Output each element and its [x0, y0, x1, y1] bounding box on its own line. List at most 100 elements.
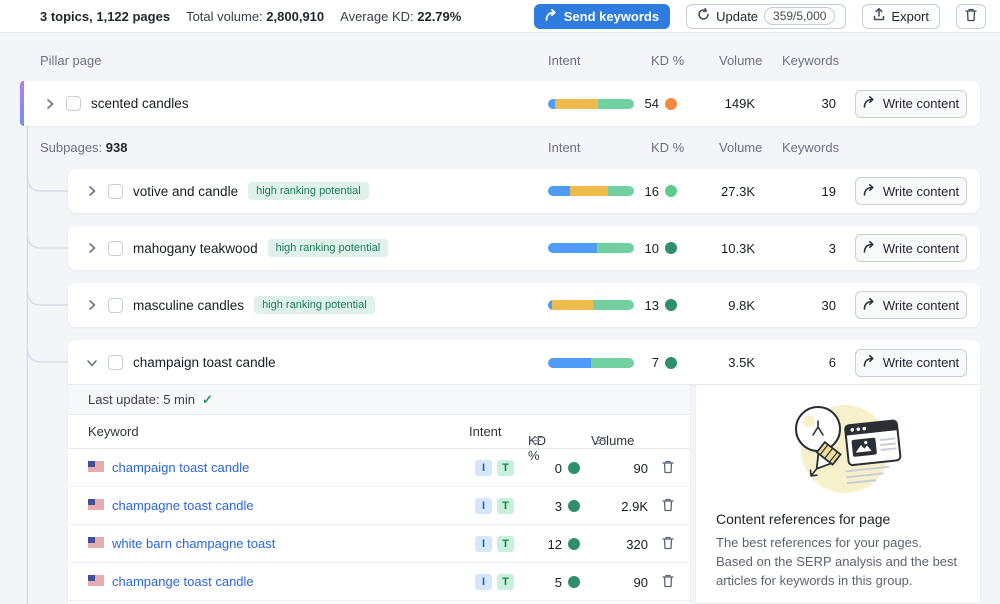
trash-icon	[965, 8, 977, 25]
subpage-name: masculine candles	[133, 298, 244, 313]
update-button[interactable]: Update 359/5,000	[686, 4, 846, 29]
intent-badge-informational: I	[475, 574, 492, 590]
write-content-button[interactable]: Write content	[855, 234, 967, 262]
update-quota-badge: 359/5,000	[764, 7, 835, 25]
chevron-right-icon[interactable]	[44, 98, 56, 110]
trash-icon[interactable]	[662, 498, 674, 517]
column-header-keywords: Keywords	[782, 140, 839, 155]
trash-icon[interactable]	[662, 460, 674, 479]
write-content-button[interactable]: Write content	[855, 291, 967, 319]
subpage-name: mahogany teakwood	[133, 241, 258, 256]
intent-badge-transactional: T	[497, 460, 514, 476]
high-ranking-potential-badge: high ranking potential	[248, 182, 369, 200]
export-icon	[873, 8, 885, 24]
keyword-table-header: Keyword Intent KD % Volume	[68, 415, 690, 449]
high-ranking-potential-badge: high ranking potential	[254, 296, 375, 314]
trash-icon[interactable]	[662, 536, 674, 555]
chevron-right-icon[interactable]	[86, 242, 98, 254]
keyword-link[interactable]: champagne toast candle	[112, 498, 254, 513]
row-checkbox[interactable]	[108, 241, 123, 256]
selected-row-indicator	[20, 81, 24, 126]
volume-cell: 27.3K	[685, 169, 755, 213]
volume-cell: 320	[578, 525, 648, 563]
sort-icon[interactable]	[596, 433, 607, 448]
volume-cell: 2.9K	[578, 487, 648, 525]
pillar-row-scented-candles[interactable]: scented candles 54 149K 30 Write content	[20, 81, 980, 126]
chevron-down-icon[interactable]	[86, 357, 98, 369]
intent-badge-informational: I	[475, 460, 492, 476]
us-flag-icon	[88, 573, 104, 591]
column-header-intent: Intent	[469, 424, 502, 439]
subpage-row-champaign-toast-candle-expanded: champaign toast candle 7 3.5K 6 Write co…	[68, 340, 980, 604]
chevron-right-icon[interactable]	[86, 299, 98, 311]
keyword-link[interactable]: champaign toast candle	[112, 460, 249, 475]
column-header-pillar-page: Pillar page	[40, 53, 101, 68]
references-description: The best references for your pages. Base…	[716, 534, 960, 591]
row-checkbox[interactable]	[108, 355, 123, 370]
subpage-row-champaign-toast-candle[interactable]: champaign toast candle 7 3.5K 6 Write co…	[68, 340, 980, 385]
forward-arrow-icon	[863, 298, 876, 313]
sort-icon[interactable]	[533, 433, 544, 448]
keyword-link[interactable]: champange toast candle	[112, 574, 254, 589]
lightbulb-illustration	[716, 397, 960, 497]
subpage-name: champaign toast candle	[133, 355, 276, 370]
us-flag-icon	[88, 497, 104, 515]
chevron-right-icon[interactable]	[86, 185, 98, 197]
topic-table-area: Pillar page Intent KD % Volume Keywords …	[0, 32, 1000, 604]
volume-cell: 149K	[685, 81, 755, 126]
send-keywords-button[interactable]: Send keywords	[534, 4, 670, 29]
subpage-row-masculine-candles[interactable]: masculine candles high ranking potential…	[68, 283, 980, 327]
trash-icon[interactable]	[662, 574, 674, 593]
keyword-table-panel: Last update: 5 min ✓ Keyword Intent KD %…	[68, 385, 690, 604]
kd-dot	[665, 357, 677, 369]
forward-arrow-icon	[863, 96, 876, 111]
average-kd-stat: Average KD: 22.79%	[340, 9, 461, 24]
kd-dot	[665, 299, 677, 311]
toolbar: 3 topics, 1,122 pages Total volume: 2,80…	[0, 0, 1000, 32]
forward-arrow-icon	[863, 241, 876, 256]
intent-badge-transactional: T	[497, 574, 514, 590]
column-header-kd: KD %	[651, 53, 684, 68]
keyword-row[interactable]: champaign toast candle I T 0 90	[68, 449, 690, 487]
topics-pages-stat: 3 topics, 1,122 pages	[40, 9, 170, 24]
kd-cell: 54	[617, 81, 677, 126]
kd-dot	[665, 185, 677, 197]
subpage-row-mahogany-teakwood[interactable]: mahogany teakwood high ranking potential…	[68, 226, 980, 270]
keyword-row[interactable]: white barn champagne toast I T 12 320	[68, 525, 690, 563]
write-content-button[interactable]: Write content	[855, 90, 967, 118]
last-update-bar: Last update: 5 min ✓	[68, 385, 690, 415]
keyword-row[interactable]: champange toast candle I T 5 90	[68, 563, 690, 601]
total-volume-stat: Total volume: 2,800,910	[186, 9, 324, 24]
kd-cell: 7	[617, 340, 677, 385]
keywords-cell: 30	[766, 283, 836, 327]
column-header-keyword: Keyword	[88, 424, 139, 439]
keyword-row[interactable]: champagne toast candle I T 3 2.9K	[68, 487, 690, 525]
references-title: Content references for page	[716, 511, 960, 527]
us-flag-icon	[88, 459, 104, 477]
check-icon: ✓	[202, 392, 213, 408]
kd-dot	[665, 242, 677, 254]
volume-cell: 9.8K	[685, 283, 755, 327]
row-checkbox[interactable]	[108, 298, 123, 313]
row-checkbox[interactable]	[108, 184, 123, 199]
divider	[696, 603, 980, 604]
kd-cell: 3	[520, 487, 580, 525]
kd-dot	[665, 98, 677, 110]
delete-button[interactable]	[956, 4, 986, 29]
subpages-count-label: Subpages: 938	[40, 140, 128, 155]
export-button[interactable]: Export	[862, 4, 940, 29]
intent-badge-transactional: T	[497, 498, 514, 514]
write-content-button[interactable]: Write content	[855, 177, 967, 205]
column-header-intent: Intent	[548, 53, 581, 68]
keywords-cell: 30	[766, 81, 836, 126]
forward-arrow-icon	[863, 184, 876, 199]
forward-arrow-icon	[545, 9, 558, 24]
subpage-row-votive-and-candle[interactable]: votive and candle high ranking potential…	[68, 169, 980, 213]
intent-badge-transactional: T	[497, 536, 514, 552]
keyword-link[interactable]: white barn champagne toast	[112, 536, 275, 551]
row-checkbox[interactable]	[66, 96, 81, 111]
write-content-button[interactable]: Write content	[855, 349, 967, 377]
volume-cell: 3.5K	[685, 340, 755, 385]
column-header-intent: Intent	[548, 140, 581, 155]
volume-cell: 90	[578, 563, 648, 601]
